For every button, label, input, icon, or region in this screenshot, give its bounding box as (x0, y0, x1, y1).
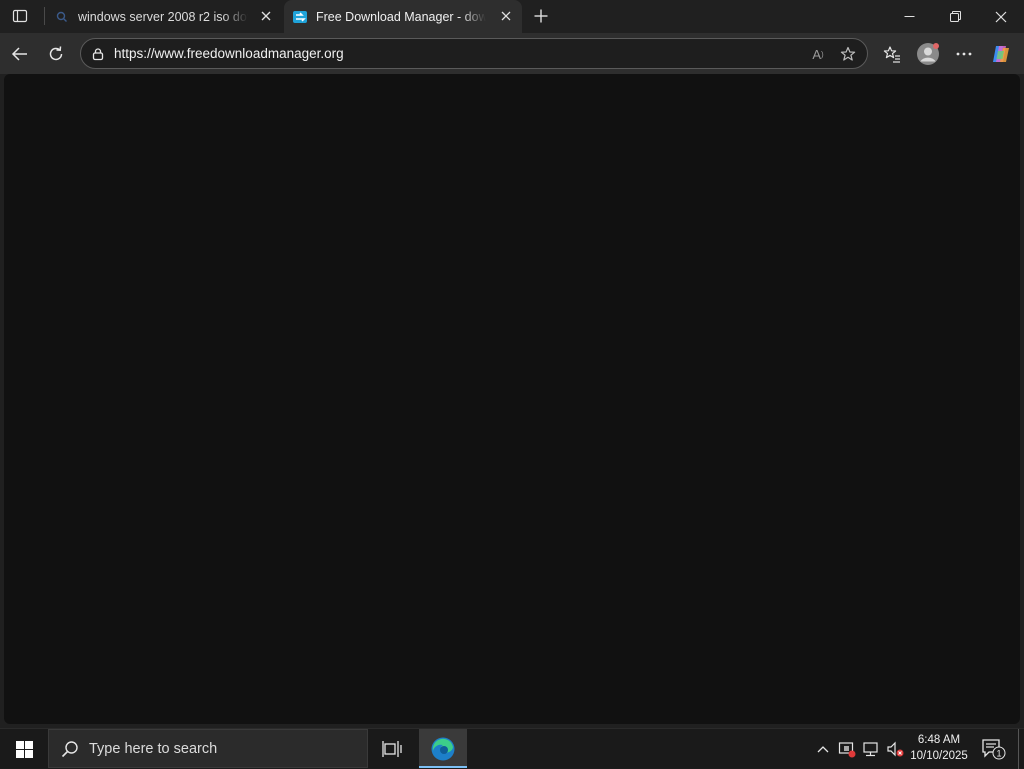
close-icon (995, 11, 1007, 22)
arrow-left-icon (11, 47, 27, 61)
avatar (917, 43, 939, 65)
volume-tray-icon[interactable] (885, 739, 905, 759)
restore-icon (949, 11, 961, 22)
start-button[interactable] (0, 729, 48, 769)
network-icon (863, 742, 878, 757)
tab-strip: windows server 2008 r2 iso download Free… (0, 0, 1024, 33)
task-view-button[interactable] (369, 729, 415, 768)
notification-icon: 1 (982, 739, 1006, 760)
lock-icon[interactable] (89, 45, 107, 63)
tab-actions-icon (12, 9, 28, 23)
refresh-icon (49, 46, 63, 61)
url-text[interactable]: https://www.freedownloadmanager.org (114, 46, 344, 61)
more-icon (956, 52, 972, 56)
refresh-button[interactable] (41, 39, 71, 69)
fdm-icon (292, 9, 308, 25)
read-aloud-icon[interactable]: A) (807, 44, 829, 64)
favorite-star-icon[interactable] (837, 44, 859, 64)
tab-divider (44, 7, 45, 25)
close-window-button[interactable] (978, 0, 1024, 33)
address-bar[interactable]: https://www.freedownloadmanager.org A) (80, 38, 868, 69)
plus-icon (534, 9, 548, 23)
tab-title: Free Download Manager - download (316, 9, 486, 24)
minimize-button[interactable] (886, 0, 932, 33)
new-tab-button[interactable] (530, 4, 552, 28)
page-content[interactable] (4, 74, 1020, 724)
profile-button[interactable] (913, 39, 943, 69)
search-icon (61, 740, 79, 758)
edge-taskbar-button[interactable] (419, 729, 467, 768)
volume-muted-icon (887, 741, 904, 757)
notification-center-button[interactable]: 1 (980, 737, 1006, 761)
clock-date: 10/10/2025 (910, 750, 968, 762)
taskbar: Type here to search 6:48 AM 10/10/2025 1 (0, 728, 1024, 769)
tab-title: windows server 2008 r2 iso download (78, 9, 248, 24)
edge-icon (431, 737, 455, 760)
clock-time: 6:48 AM (917, 734, 961, 746)
favorites-button[interactable] (877, 39, 907, 69)
read-aloud-label: A (812, 46, 821, 62)
close-icon[interactable] (258, 8, 274, 24)
tab-search[interactable]: windows server 2008 r2 iso download (46, 0, 282, 33)
back-button[interactable] (5, 39, 35, 69)
show-hidden-icons-button[interactable] (813, 739, 833, 759)
shield-icon (838, 742, 856, 758)
security-tray-icon[interactable] (837, 739, 857, 759)
copilot-button[interactable] (986, 39, 1016, 69)
minimize-icon (904, 16, 914, 17)
taskbar-search-box[interactable]: Type here to search (48, 729, 368, 768)
show-desktop-button[interactable] (1018, 729, 1019, 769)
browser-toolbar: https://www.freedownloadmanager.org A) (0, 33, 1024, 74)
search-icon (54, 9, 70, 25)
browser-window: windows server 2008 r2 iso download Free… (0, 0, 1024, 728)
chevron-up-icon (817, 746, 829, 753)
more-options-button[interactable] (949, 39, 979, 69)
tab-free-download-manager[interactable]: Free Download Manager - download (284, 0, 522, 33)
search-placeholder: Type here to search (89, 741, 218, 757)
copilot-icon (993, 46, 1009, 62)
task-view-icon (382, 740, 402, 757)
windows-icon (15, 740, 33, 758)
system-clock[interactable]: 6:48 AM 10/10/2025 (904, 732, 974, 764)
restore-button[interactable] (932, 0, 978, 33)
network-tray-icon[interactable] (861, 739, 881, 759)
favorites-icon (883, 46, 900, 63)
notification-count: 1 (996, 749, 1001, 759)
close-icon[interactable] (498, 8, 514, 24)
tab-actions-button[interactable] (6, 4, 34, 28)
